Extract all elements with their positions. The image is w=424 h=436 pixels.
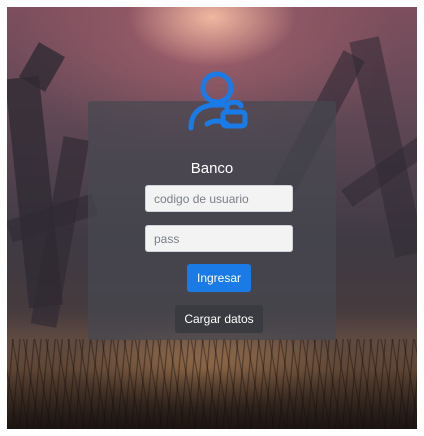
username-input[interactable]	[145, 185, 293, 212]
password-input[interactable]	[145, 225, 293, 252]
background-grass	[7, 339, 417, 429]
login-button[interactable]: Ingresar	[187, 264, 251, 292]
user-lock-icon	[188, 71, 248, 131]
page-title: Banco	[190, 160, 234, 177]
load-data-button[interactable]: Cargar datos	[175, 305, 263, 333]
